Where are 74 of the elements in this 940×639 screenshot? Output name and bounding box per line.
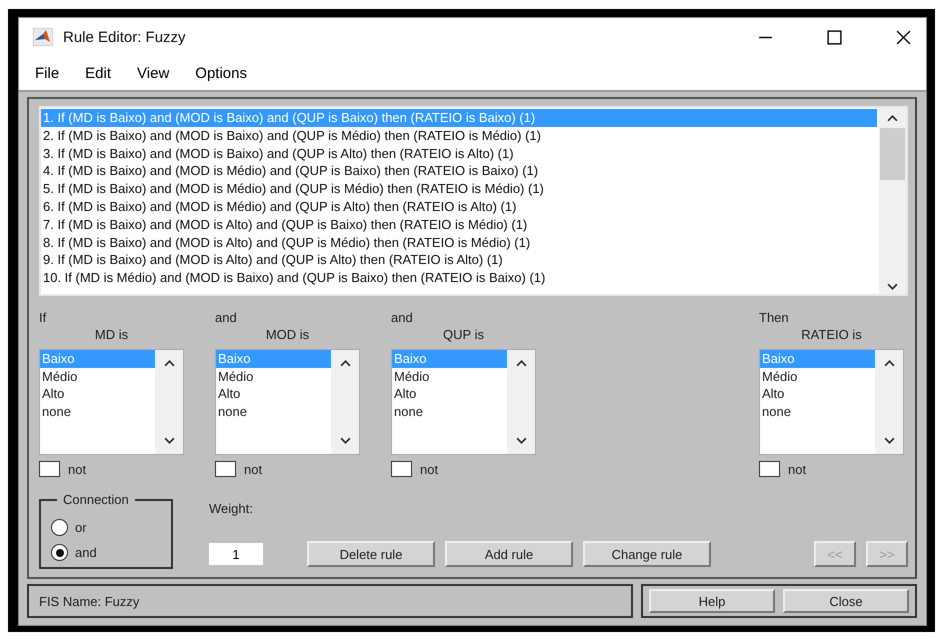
window-title: Rule Editor: Fuzzy (63, 28, 186, 46)
scroll-up-icon[interactable] (164, 360, 174, 367)
action-button[interactable]: Add rule (445, 541, 573, 567)
maximize-icon[interactable] (826, 28, 843, 46)
variable-label: MD is (94, 326, 128, 343)
list-item[interactable]: none (760, 402, 875, 420)
connector-label: Then (759, 309, 790, 326)
listbox[interactable]: Baixo Médio Alto none (759, 349, 904, 455)
list-item[interactable]: Médio (40, 368, 155, 386)
checkbox[interactable] (759, 461, 780, 477)
close-icon[interactable] (895, 28, 912, 46)
scroll-down-icon[interactable] (340, 437, 350, 444)
connector-label: and (391, 309, 414, 326)
rule-item[interactable]: 2. If (MD is Baixo) and (MOD is Baixo) and (QUP is Médio) then (RATEIO is Médio) (1) (41, 126, 877, 145)
fis-name-text: FIS Name: Fuzzy (39, 594, 140, 608)
radio-label: or (75, 520, 87, 535)
rule-item[interactable]: 7. If (MD is Baixo) and (MOD is Alto) and (QUP is Baixo) then (RATEIO is Médio) (1) (41, 216, 877, 234)
list-item[interactable]: Alto (216, 385, 331, 403)
variable-label: QUP is (443, 326, 484, 343)
scroll-up-icon[interactable] (887, 115, 898, 122)
radio-label: and (75, 545, 97, 560)
rule-item[interactable]: 5. If (MD is Baixo) and (MOD is Médio) and (QUP is Médio) then (RATEIO is Médio) (1) (41, 180, 877, 198)
checkbox[interactable] (391, 461, 412, 477)
checkbox-label: not (420, 462, 438, 476)
list-item[interactable]: Alto (392, 385, 507, 403)
scroll-down-icon[interactable] (884, 437, 894, 444)
connector-label: and (215, 309, 238, 326)
checkbox-label: not (244, 462, 262, 476)
list-item[interactable]: Alto (40, 385, 155, 403)
scrollbar-thumb[interactable] (880, 128, 905, 180)
menu-item[interactable]: File (35, 64, 60, 82)
rule-item[interactable]: 6. If (MD is Baixo) and (MOD is Médio) and (QUP is Alto) then (RATEIO is Alto) (1) (41, 198, 877, 216)
list-item[interactable]: Médio (392, 368, 507, 386)
menu-item[interactable]: Edit (85, 64, 112, 82)
checkbox-label: not (68, 462, 86, 476)
group-title: Connection (57, 492, 135, 507)
action-button[interactable]: Change rule (583, 541, 711, 567)
variable-label: MOD is (266, 326, 310, 343)
list-item[interactable]: Médio (760, 368, 875, 386)
rule-item[interactable]: 4. If (MD is Baixo) and (MOD is Médio) and (QUP is Baixo) then (RATEIO is Baixo) (1) (41, 162, 877, 180)
checkbox[interactable] (215, 461, 236, 477)
rule-list[interactable] (39, 106, 908, 296)
rule-item[interactable]: 8. If (MD is Baixo) and (MOD is Alto) and (QUP is Médio) then (RATEIO is Médio) (1) (41, 234, 877, 252)
menu-item[interactable]: View (137, 64, 170, 82)
rule-item[interactable]: 3. If (MD is Baixo) and (MOD is Baixo) and (QUP is Alto) then (RATEIO is Alto) (1) (41, 144, 877, 162)
app-icon (33, 28, 53, 46)
radio-button[interactable] (51, 519, 68, 536)
checkbox-label: not (788, 462, 806, 476)
checkbox[interactable] (39, 461, 60, 477)
radio-button[interactable] (51, 544, 68, 561)
menu-item[interactable]: Options (195, 64, 247, 82)
scroll-down-icon[interactable] (516, 437, 526, 444)
rule-item[interactable]: 9. If (MD is Baixo) and (MOD is Alto) and (QUP is Alto) then (RATEIO is Alto) (1) (41, 251, 877, 270)
list-item[interactable]: none (392, 402, 507, 420)
action-button[interactable]: Delete rule (307, 541, 435, 567)
list-item[interactable]: none (216, 402, 331, 420)
rule-item[interactable]: 10. If (MD is Médio) and (MOD is Baixo) and (QUP is Baixo) then (RATEIO is Baixo) (1) (41, 269, 877, 287)
scroll-down-icon[interactable] (164, 437, 174, 444)
weight-label: Weight: (209, 501, 254, 516)
scroll-up-icon[interactable] (516, 360, 526, 367)
scroll-up-icon[interactable] (884, 360, 894, 367)
listbox[interactable]: Baixo Médio Alto none (391, 349, 536, 455)
scroll-up-icon[interactable] (340, 360, 350, 367)
scroll-down-icon[interactable] (887, 283, 898, 290)
weight-field[interactable]: 1 (209, 543, 263, 565)
variable-label: RATEIO is (801, 326, 862, 343)
dialog-button[interactable]: Close (783, 589, 909, 613)
list-item[interactable]: Alto (760, 385, 875, 403)
list-item[interactable]: none (40, 402, 155, 420)
connector-label: If (39, 309, 48, 326)
dialog-button[interactable]: Help (649, 589, 775, 613)
list-item[interactable]: Médio (216, 368, 331, 386)
listbox[interactable]: Baixo Médio Alto none (39, 349, 184, 455)
listbox[interactable]: Baixo Médio Alto none (215, 349, 360, 455)
